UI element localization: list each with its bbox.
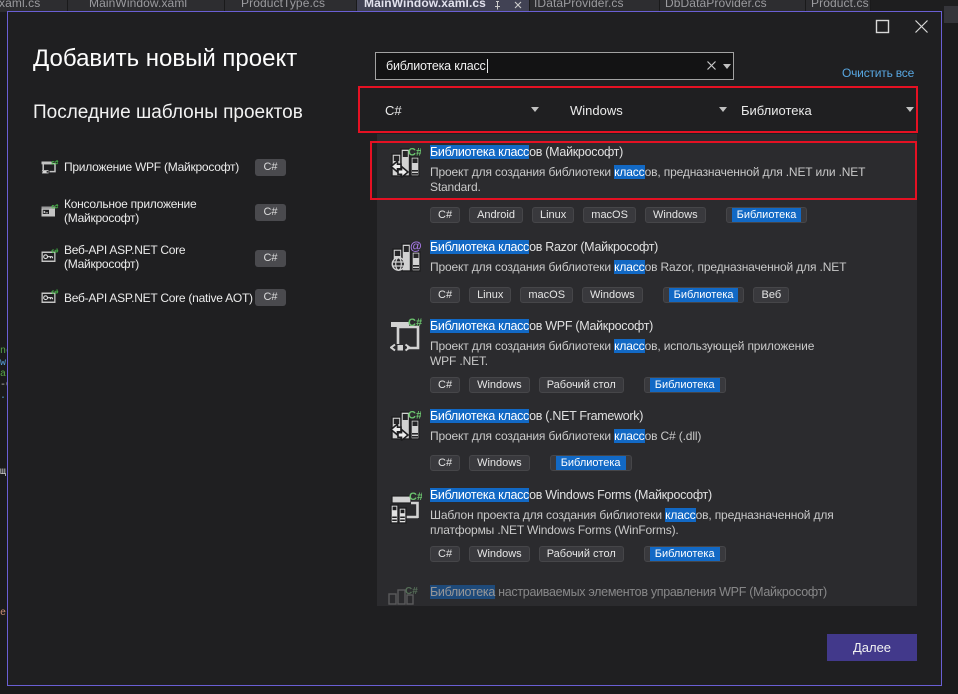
svg-text:c#: c#: [51, 248, 59, 255]
svg-text:C#: C#: [408, 410, 421, 422]
svg-text:c#: c#: [51, 204, 59, 211]
svg-text:C#: C#: [408, 318, 422, 329]
svg-text:C#: C#: [408, 147, 421, 159]
svg-text:c#: c#: [51, 160, 59, 167]
svg-text:@: @: [410, 240, 422, 253]
svg-text:C#: C#: [409, 491, 422, 503]
svg-text:c#: c#: [51, 289, 59, 296]
svg-text:C#: C#: [405, 586, 418, 597]
